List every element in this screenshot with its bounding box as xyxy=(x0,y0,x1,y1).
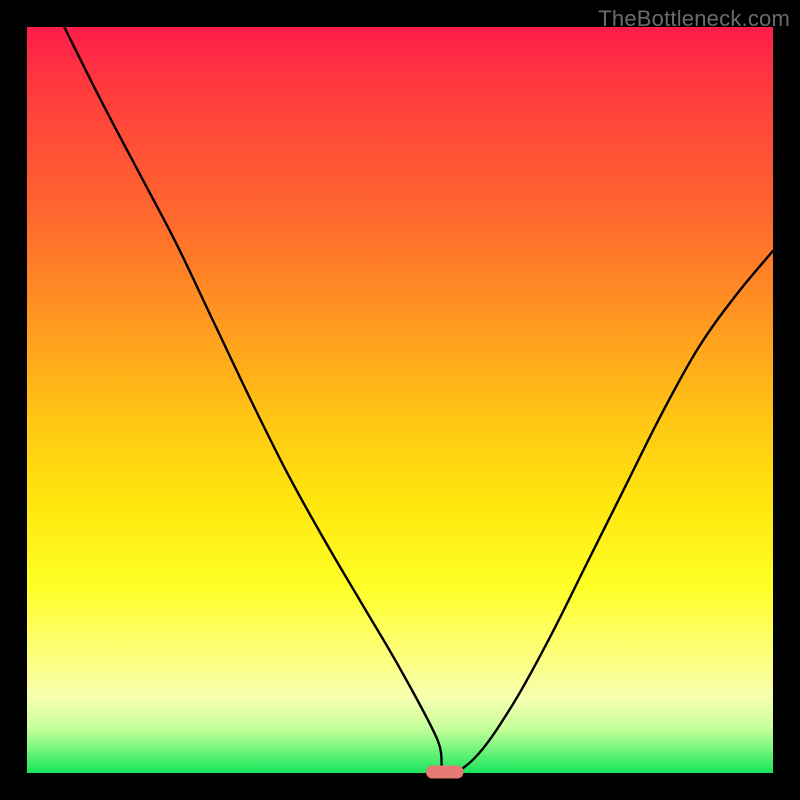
chart-svg xyxy=(27,27,773,773)
bottleneck-curve xyxy=(64,27,773,774)
chart-frame: TheBottleneck.com xyxy=(0,0,800,800)
watermark-text: TheBottleneck.com xyxy=(598,6,790,32)
plot-area xyxy=(27,27,773,773)
optimal-marker xyxy=(426,766,463,779)
